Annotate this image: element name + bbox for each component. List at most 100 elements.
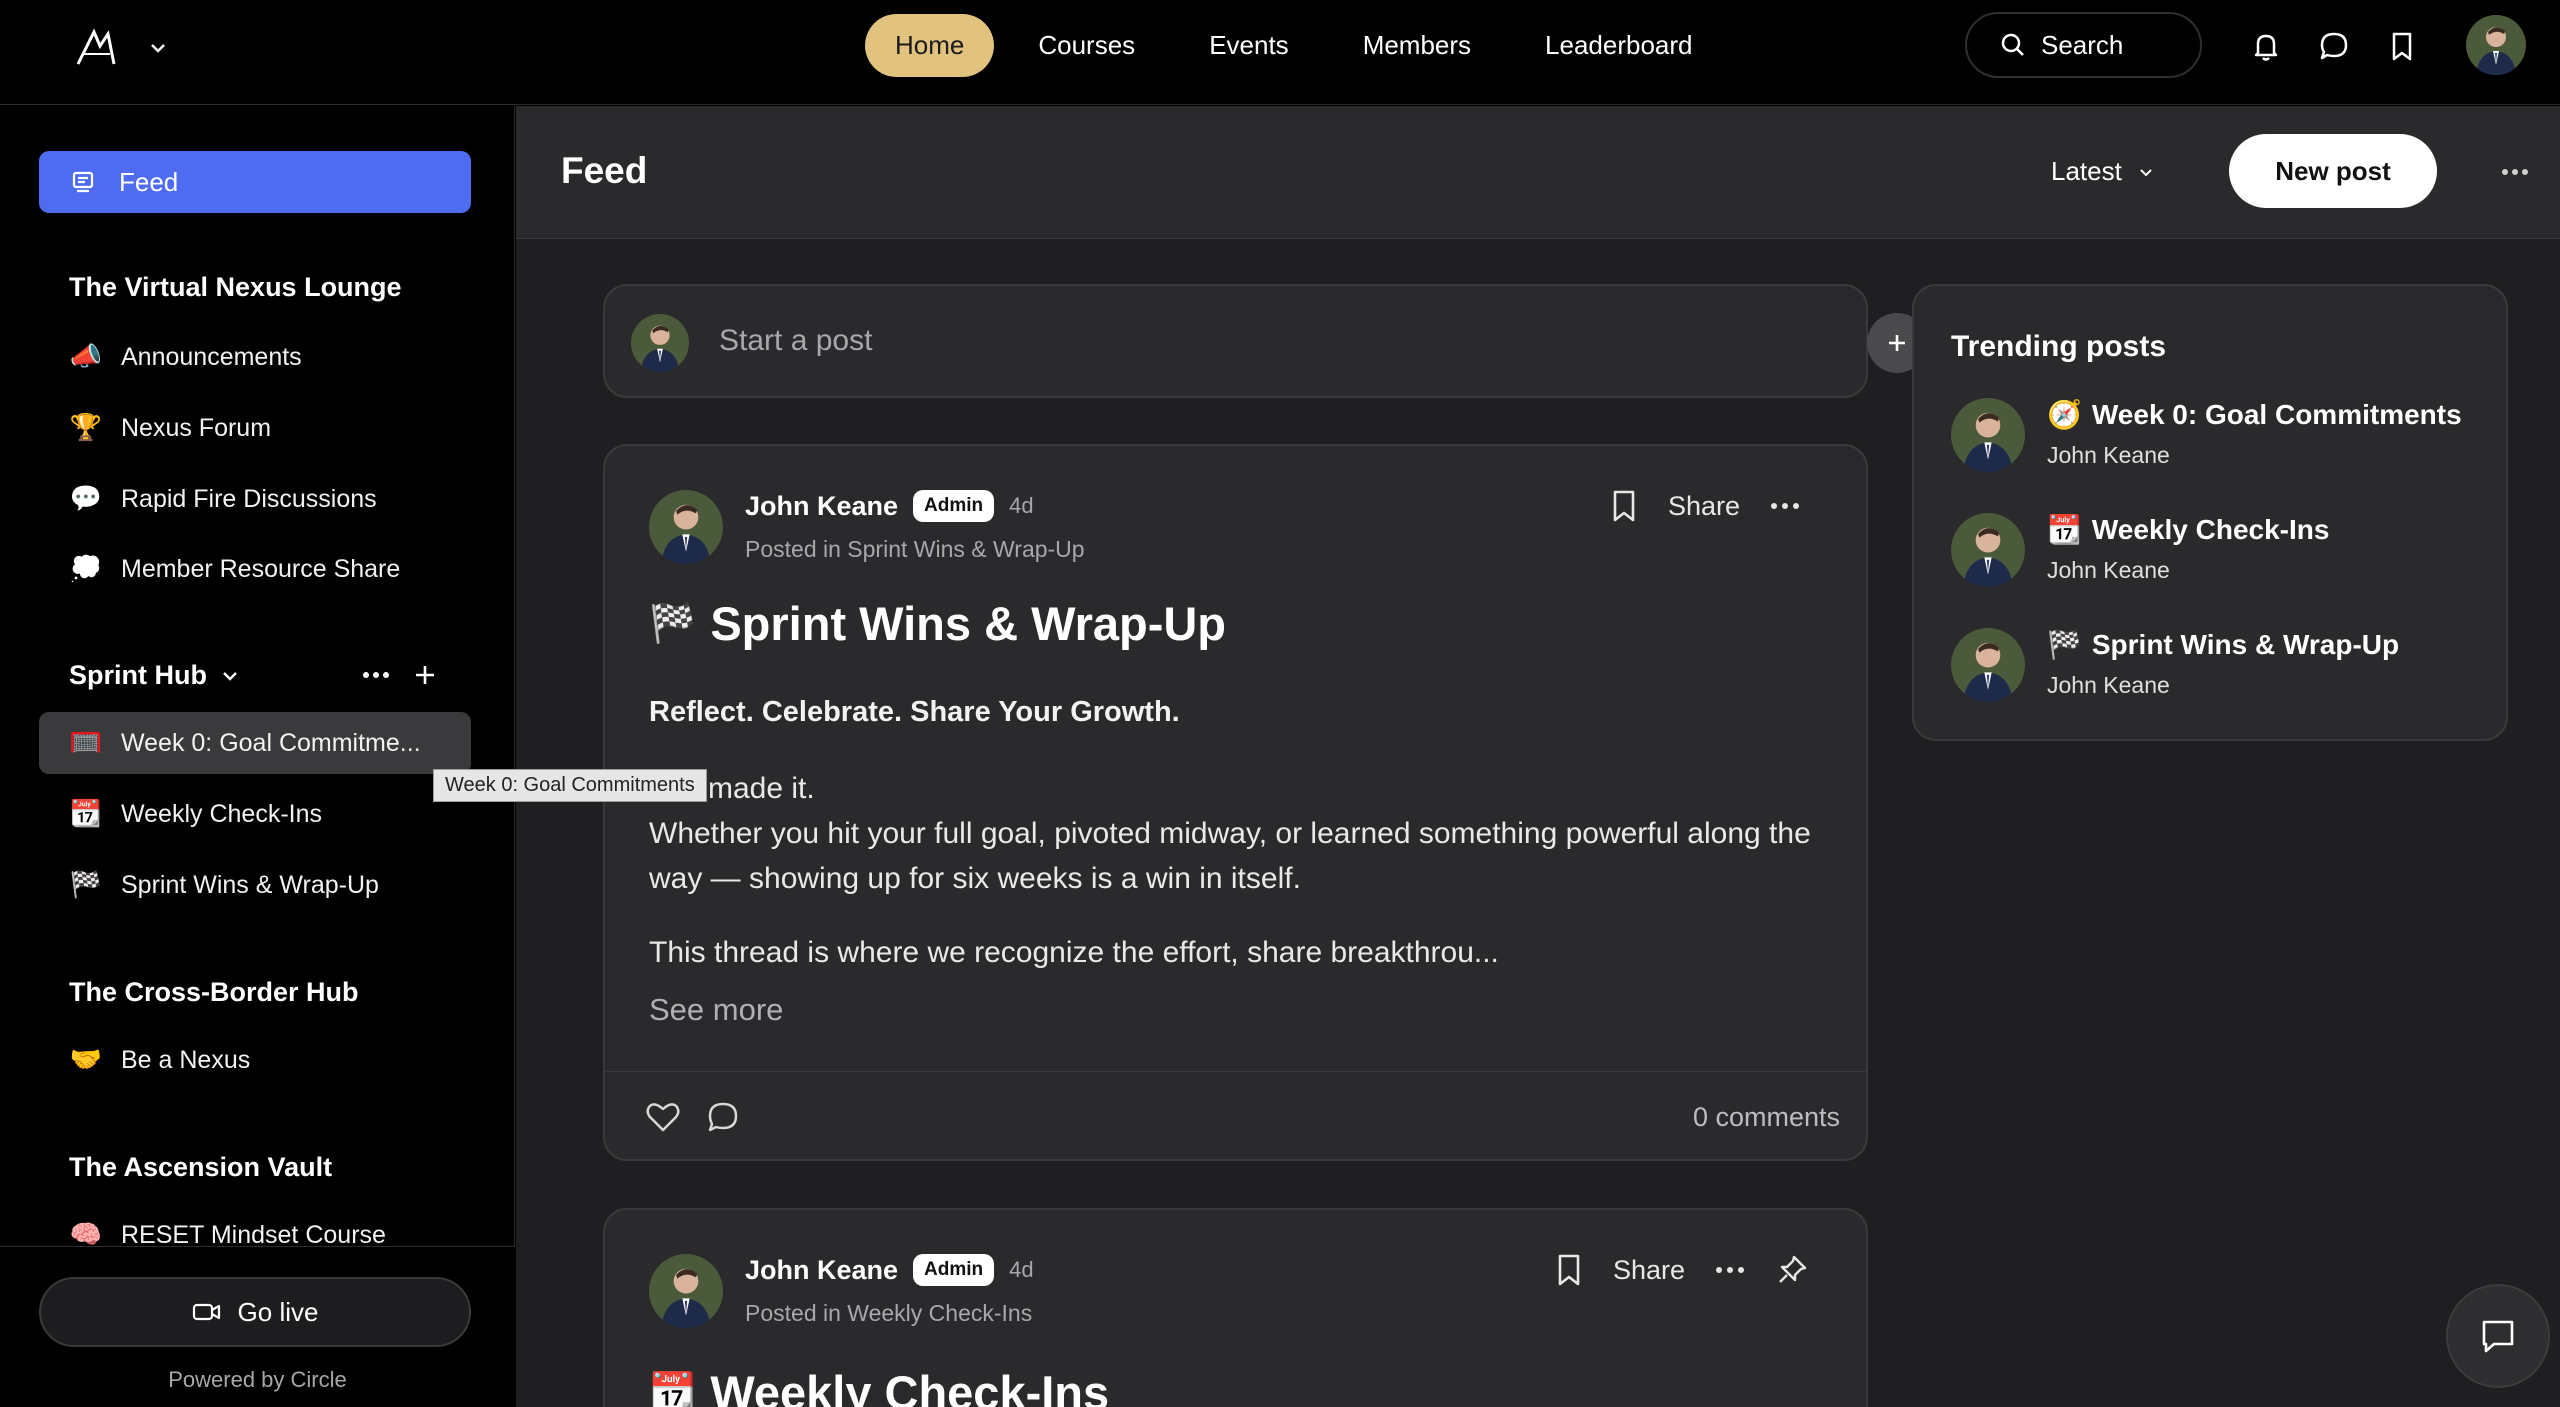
- trending-item[interactable]: 📆 Weekly Check-Ins John Keane: [1951, 513, 2491, 593]
- post-title[interactable]: 📆 Weekly Check-Ins: [649, 1365, 1109, 1407]
- heart-icon[interactable]: [645, 1100, 681, 1134]
- share-button[interactable]: Share: [1668, 491, 1740, 522]
- tooltip: Week 0: Goal Commitments: [433, 769, 707, 802]
- search-icon: [1999, 31, 2027, 59]
- post-actions: Share: [1608, 488, 1802, 524]
- sort-label: Latest: [2051, 156, 2122, 186]
- more-icon[interactable]: [1713, 1260, 1747, 1280]
- search-button[interactable]: Search: [1965, 12, 2202, 78]
- nav-members[interactable]: Members: [1333, 14, 1501, 77]
- more-icon[interactable]: [1768, 496, 1802, 516]
- avatar[interactable]: [649, 1254, 723, 1328]
- bookmark-icon[interactable]: [1553, 1252, 1585, 1288]
- sidebar-item-be-a-nexus[interactable]: 🤝 Be a Nexus: [39, 1029, 471, 1091]
- sidebar-item-label: Sprint Wins & Wrap-Up: [121, 870, 379, 899]
- thought-bubble-icon: 💭: [69, 554, 103, 584]
- post-paragraph: This thread is where we recognize the ef…: [649, 936, 1499, 969]
- post-author: John Keane Admin 4d: [745, 1254, 1034, 1286]
- section-title-sprint-hub[interactable]: Sprint Hub: [69, 660, 241, 691]
- sort-dropdown[interactable]: Latest: [2051, 156, 2156, 187]
- main-nav: Home Courses Events Members Leaderboard: [865, 14, 1737, 77]
- chevron-down-icon: [219, 665, 241, 687]
- posted-in[interactable]: Posted in Sprint Wins & Wrap-Up: [745, 536, 1085, 563]
- bookmark-icon[interactable]: [2384, 28, 2420, 64]
- see-more-link[interactable]: See more: [649, 992, 783, 1028]
- trending-item[interactable]: 🏁 Sprint Wins & Wrap-Up John Keane: [1951, 628, 2491, 708]
- sidebar-item-week-0[interactable]: 🥅 Week 0: Goal Commitme...: [39, 712, 471, 774]
- chat-icon[interactable]: [2316, 28, 2352, 64]
- compass-icon: 🧭: [2047, 398, 2082, 431]
- share-button[interactable]: Share: [1613, 1255, 1685, 1286]
- trending-item[interactable]: 🧭 Week 0: Goal Commitments John Keane: [1951, 398, 2491, 478]
- new-post-button[interactable]: New post: [2229, 134, 2437, 208]
- search-label: Search: [2041, 29, 2124, 60]
- go-live-label: Go live: [237, 1296, 319, 1327]
- post-body: You made it. Whether you hit your full g…: [649, 766, 1819, 1004]
- post-subtitle: Reflect. Celebrate. Share Your Growth.: [649, 696, 1180, 728]
- nav-events[interactable]: Events: [1179, 14, 1319, 77]
- chat-widget-button[interactable]: [2446, 1284, 2550, 1388]
- post-age[interactable]: 4d: [1009, 493, 1033, 519]
- composer-placeholder[interactable]: Start a post: [719, 324, 872, 358]
- main-content: Feed Latest New post Start a post John K…: [516, 106, 2560, 1407]
- post-title[interactable]: 🏁 Sprint Wins & Wrap-Up: [649, 596, 1226, 651]
- more-icon[interactable]: [2499, 162, 2531, 182]
- sidebar-footer: Go live Powered by Circle: [0, 1246, 515, 1407]
- sidebar: Feed The Virtual Nexus Lounge 📣 Announce…: [0, 106, 515, 1407]
- sidebar-item-resource-share[interactable]: 💭 Member Resource Share: [39, 538, 471, 600]
- bell-icon[interactable]: [2248, 28, 2284, 64]
- sidebar-item-label: Be a Nexus: [121, 1045, 251, 1074]
- post-age[interactable]: 4d: [1009, 1257, 1033, 1283]
- chevron-down-icon[interactable]: [144, 36, 172, 60]
- trending-item-title: 📆 Weekly Check-Ins: [2047, 513, 2329, 546]
- trending-title: Trending posts: [1951, 330, 2167, 363]
- sidebar-item-label: Announcements: [121, 342, 302, 371]
- author-name[interactable]: John Keane: [745, 491, 898, 522]
- nav-leaderboard[interactable]: Leaderboard: [1515, 14, 1722, 77]
- sidebar-item-sprint-wins[interactable]: 🏁 Sprint Wins & Wrap-Up: [39, 854, 471, 916]
- sidebar-item-feed[interactable]: Feed: [39, 151, 471, 213]
- speech-bubble-icon: 💬: [69, 484, 103, 514]
- more-icon[interactable]: [360, 663, 392, 687]
- post-paragraph: You made it. Whether you hit your full g…: [649, 772, 1811, 895]
- add-icon[interactable]: [412, 662, 438, 688]
- community-logo-icon[interactable]: [72, 24, 120, 72]
- powered-by[interactable]: Powered by Circle: [0, 1367, 515, 1393]
- nav-home[interactable]: Home: [865, 14, 995, 77]
- go-live-button[interactable]: Go live: [39, 1277, 471, 1347]
- sidebar-item-label: Rapid Fire Discussions: [121, 484, 377, 513]
- sidebar-item-weekly-checkins[interactable]: 📆 Weekly Check-Ins: [39, 783, 471, 845]
- author-name[interactable]: John Keane: [745, 1255, 898, 1286]
- post-title-text: Weekly Check-Ins: [710, 1366, 1110, 1407]
- admin-badge: Admin: [913, 1254, 995, 1286]
- chevron-down-icon: [2136, 162, 2156, 182]
- user-avatar[interactable]: [2466, 15, 2526, 75]
- comments-count[interactable]: 0 comments: [1693, 1102, 1840, 1133]
- avatar[interactable]: [649, 490, 723, 564]
- comment-icon[interactable]: [705, 1100, 741, 1134]
- posted-in[interactable]: Posted in Weekly Check-Ins: [745, 1300, 1032, 1327]
- trending-item-author: John Keane: [2047, 442, 2170, 468]
- pin-icon[interactable]: [1775, 1253, 1809, 1287]
- calendar-icon: 📆: [69, 799, 103, 829]
- section-title: The Ascension Vault: [69, 1152, 333, 1182]
- bookmark-icon[interactable]: [1608, 488, 1640, 524]
- sidebar-item-nexus-forum[interactable]: 🏆 Nexus Forum: [39, 397, 471, 459]
- megaphone-icon: 📣: [69, 342, 103, 372]
- sidebar-item-label: Week 0: Goal Commitme...: [121, 728, 421, 757]
- handshake-icon: 🤝: [69, 1045, 103, 1075]
- trophy-icon: 🏆: [69, 413, 103, 443]
- calendar-icon: 📆: [649, 1370, 697, 1407]
- sidebar-item-announcements[interactable]: 📣 Announcements: [39, 326, 471, 388]
- sidebar-item-rapid-fire[interactable]: 💬 Rapid Fire Discussions: [39, 468, 471, 530]
- avatar: [1951, 628, 2025, 702]
- trending-item-author: John Keane: [2047, 672, 2170, 698]
- admin-badge: Admin: [913, 490, 995, 522]
- trending-item-author: John Keane: [2047, 557, 2170, 583]
- sidebar-item-label: Nexus Forum: [121, 413, 272, 442]
- post-title-text: Sprint Wins & Wrap-Up: [710, 597, 1227, 650]
- post-composer[interactable]: Start a post: [603, 284, 1927, 398]
- post-actions: Share: [1553, 1252, 1809, 1288]
- nav-courses[interactable]: Courses: [1008, 14, 1165, 77]
- chat-icon: [2476, 1314, 2520, 1358]
